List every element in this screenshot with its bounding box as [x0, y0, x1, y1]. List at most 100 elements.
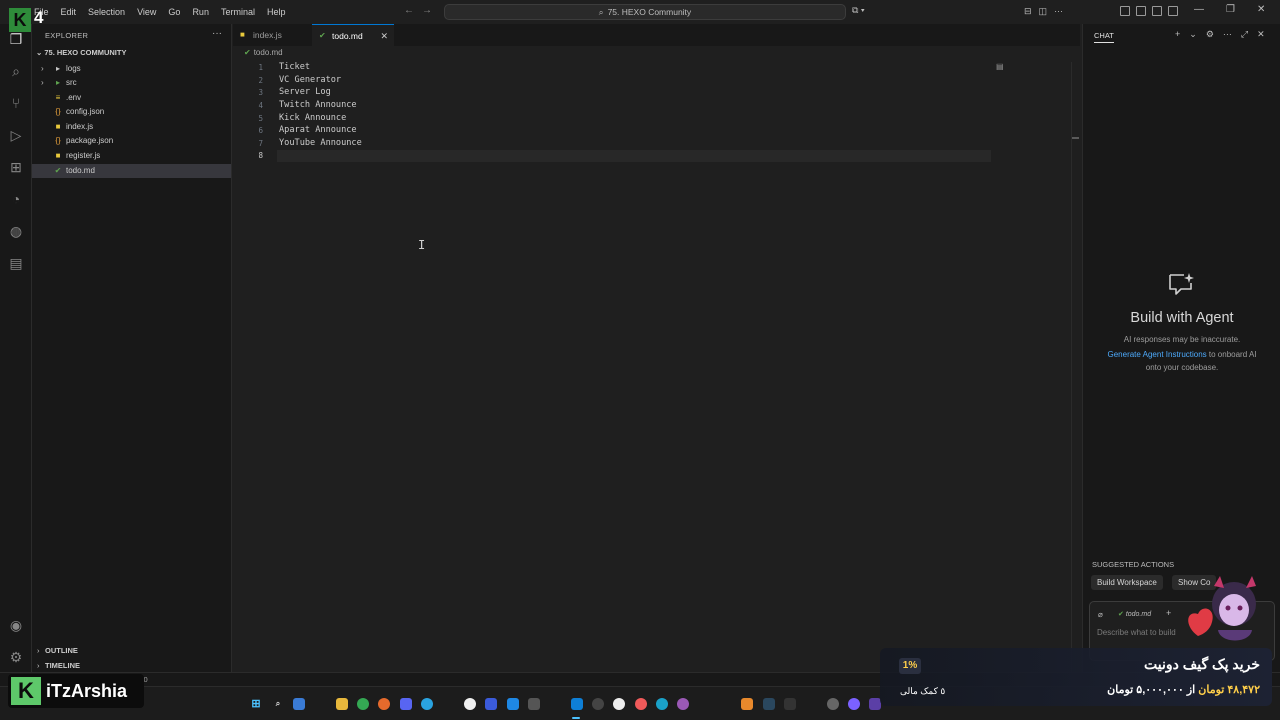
- copilot-icon[interactable]: ⧉ ▾: [852, 5, 865, 16]
- chrome-icon[interactable]: [357, 698, 369, 710]
- toggle-panel-icon[interactable]: [1152, 6, 1162, 16]
- account-icon[interactable]: ◉: [7, 616, 25, 634]
- chat-input-placeholder[interactable]: Describe what to build: [1097, 628, 1176, 637]
- breadcrumb-file[interactable]: todo.md: [254, 48, 283, 57]
- timeline-section[interactable]: › TIMELINE: [32, 658, 231, 673]
- app-icon[interactable]: [656, 698, 668, 710]
- open-preview-icon[interactable]: ⊟: [1024, 6, 1032, 17]
- command-center[interactable]: ⌕ 75. HEXO Community: [444, 4, 846, 20]
- app-icon[interactable]: [741, 698, 753, 710]
- tree-item-todo-md[interactable]: ✔ todo.md: [32, 164, 231, 178]
- new-chat-icon[interactable]: +: [1175, 29, 1180, 40]
- env-icon[interactable]: ▤: [7, 254, 25, 272]
- menu-edit[interactable]: Edit: [55, 0, 83, 24]
- tab-index-js[interactable]: ■ index.js: [233, 24, 311, 46]
- maximize-panel-icon[interactable]: ⤢: [1241, 29, 1248, 40]
- tree-item-logs[interactable]: › ▸ logs: [32, 62, 231, 76]
- context-file-chip[interactable]: ✔ todo.md: [1118, 610, 1151, 618]
- code-line: Kick Announce: [279, 113, 347, 123]
- task-view-icon[interactable]: [293, 698, 305, 710]
- tab-todo-md[interactable]: ✔ todo.md ✕: [312, 24, 394, 46]
- close-tab-icon[interactable]: ✕: [380, 25, 388, 47]
- menu-selection[interactable]: Selection: [82, 0, 131, 24]
- minimize-icon[interactable]: —: [1194, 4, 1204, 15]
- project-root[interactable]: ⌄ 75. HEXO COMMUNITY: [36, 48, 126, 57]
- source-control-icon[interactable]: ⑂: [7, 94, 25, 112]
- search-activity-icon[interactable]: ⌕: [7, 62, 25, 80]
- editor-scrollbar[interactable]: [1071, 62, 1079, 686]
- menu-bar: File Edit Selection View Go Run Terminal…: [28, 0, 291, 24]
- tree-item-config-json[interactable]: {} config.json: [32, 105, 231, 119]
- windows-start-icon[interactable]: ⊞: [250, 698, 262, 710]
- tab-label: todo.md: [332, 31, 363, 41]
- close-window-icon[interactable]: ✕: [1257, 4, 1265, 15]
- app-icon[interactable]: [507, 698, 519, 710]
- minimap-icon[interactable]: ▤: [996, 62, 1006, 71]
- menu-view[interactable]: View: [131, 0, 162, 24]
- explorer-icon[interactable]: ❐: [7, 30, 25, 48]
- settings-gear-icon[interactable]: ⚙: [7, 648, 25, 666]
- tree-item-src[interactable]: › ▸ src: [32, 76, 231, 90]
- menu-go[interactable]: Go: [162, 0, 186, 24]
- vscode-taskbar-icon[interactable]: [571, 698, 583, 710]
- app-icon[interactable]: [827, 698, 839, 710]
- taskbar-search-icon[interactable]: ⌕: [272, 698, 284, 710]
- firefox-icon[interactable]: [378, 698, 390, 710]
- chevron-down-icon[interactable]: ⌄: [1189, 29, 1197, 40]
- line-number-current: 8: [258, 151, 263, 160]
- run-debug-icon[interactable]: ▷: [7, 126, 25, 144]
- chat-title[interactable]: CHAT: [1094, 31, 1114, 43]
- explorer-sidebar: EXPLORER ··· ⌄ 75. HEXO COMMUNITY › ▸ lo…: [32, 24, 232, 686]
- app-icon[interactable]: [592, 698, 604, 710]
- remote-explorer-icon[interactable]: ◍: [7, 222, 25, 240]
- toggle-sidebar-icon[interactable]: [1136, 6, 1146, 16]
- telegram-icon[interactable]: [421, 698, 433, 710]
- more-actions-icon[interactable]: ···: [1054, 6, 1063, 17]
- obs-icon[interactable]: [464, 698, 476, 710]
- tree-item-index-js[interactable]: ■ index.js: [32, 120, 231, 134]
- attach-icon[interactable]: ⌀: [1098, 610, 1103, 619]
- tree-item-label: .env: [66, 93, 82, 102]
- scroll-marker: [1072, 137, 1079, 139]
- discord-icon[interactable]: [400, 698, 412, 710]
- customize-layout-icon[interactable]: [1120, 6, 1130, 16]
- layout-controls: [1120, 6, 1178, 16]
- app-icon[interactable]: [848, 698, 860, 710]
- tree-item-env[interactable]: ≡ .env: [32, 91, 231, 105]
- tree-item-register-js[interactable]: ■ register.js: [32, 149, 231, 163]
- code-line: Twitch Announce: [279, 100, 357, 110]
- file-explorer-icon[interactable]: [336, 698, 348, 710]
- split-editor-icon[interactable]: ◫: [1039, 6, 1048, 17]
- editor-area[interactable]: 1 2 3 4 5 6 7 8 Ticket VC Generator Serv…: [233, 60, 1071, 686]
- close-panel-icon[interactable]: ✕: [1257, 29, 1265, 40]
- code-line: Server Log: [279, 87, 331, 97]
- js-file-icon: ■: [240, 30, 245, 39]
- git-graph-icon[interactable]: ◔: [7, 190, 25, 208]
- toggle-secondary-sidebar-icon[interactable]: [1168, 6, 1178, 16]
- more-actions-icon[interactable]: ···: [212, 28, 222, 39]
- donate-price-current: ۴۸,۴۷۲ تومان: [1198, 684, 1260, 696]
- build-workspace-button[interactable]: Build Workspace: [1091, 575, 1163, 590]
- app-icon[interactable]: [635, 698, 647, 710]
- extensions-icon[interactable]: ⊞: [7, 158, 25, 176]
- menu-help[interactable]: Help: [261, 0, 292, 24]
- steam-icon[interactable]: [763, 698, 775, 710]
- chat-actions: + ⌄ ⚙ ··· ⤢ ✕: [1175, 29, 1265, 40]
- app-icon[interactable]: [677, 698, 689, 710]
- more-actions-icon[interactable]: ···: [1223, 29, 1232, 40]
- app-icon[interactable]: [613, 698, 625, 710]
- menu-run[interactable]: Run: [186, 0, 215, 24]
- add-context-icon[interactable]: +: [1166, 608, 1171, 618]
- menu-terminal[interactable]: Terminal: [215, 0, 261, 24]
- outline-section[interactable]: › OUTLINE: [32, 643, 231, 658]
- app-icon[interactable]: [784, 698, 796, 710]
- tree-item-label: package.json: [66, 136, 114, 145]
- settings-gear-icon[interactable]: ⚙: [1206, 29, 1214, 40]
- generate-instructions-link[interactable]: Generate Agent Instructions: [1108, 350, 1207, 359]
- forward-arrow-icon[interactable]: →: [422, 5, 432, 16]
- back-arrow-icon[interactable]: ←: [404, 5, 414, 16]
- app-icon[interactable]: [528, 698, 540, 710]
- chart-app-icon[interactable]: [485, 698, 497, 710]
- maximize-icon[interactable]: ❐: [1226, 4, 1235, 15]
- tree-item-package-json[interactable]: {} package.json: [32, 134, 231, 148]
